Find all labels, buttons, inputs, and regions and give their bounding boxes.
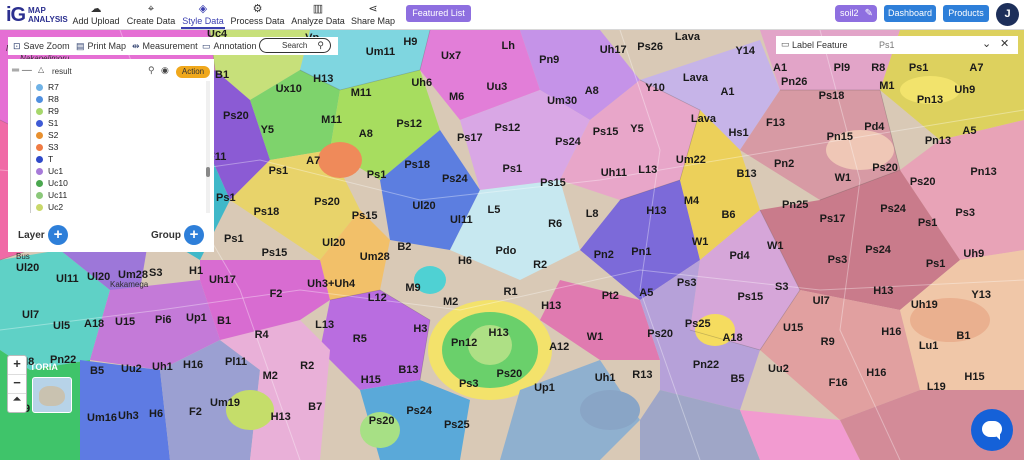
map-toolbar: ⊡ Save Zoom ▤ Print Map ⇹ Measurement ▭ Anno… <box>8 37 338 55</box>
legend-item[interactable]: Uc2 <box>36 201 196 213</box>
legend-swatch <box>36 84 43 91</box>
legend-item[interactable]: S1 <box>36 117 196 129</box>
legend-swatch <box>36 144 43 151</box>
legend-item[interactable]: R9 <box>36 105 196 117</box>
annotation-tool[interactable]: ▭ Annotation <box>202 40 257 52</box>
chevron-down-icon[interactable]: ⌄ <box>982 37 991 50</box>
legend-item[interactable]: T <box>36 153 196 165</box>
legend-item[interactable]: R7 <box>36 81 196 93</box>
share-icon: ⋖ <box>368 3 378 15</box>
legend-label: Uc11 <box>48 190 68 200</box>
legend-swatch <box>36 168 43 175</box>
legend-label: Uc2 <box>48 202 64 212</box>
layer-name: result <box>52 67 72 76</box>
top-navigation-bar: iG MAP ANALYSIS ☁ Add Upload ⌖ Create Dat… <box>0 0 1024 30</box>
legend-item[interactable]: S2 <box>36 129 196 141</box>
chat-support-button[interactable] <box>971 409 1013 451</box>
measurement-tool[interactable]: ⇹ Measurement <box>132 40 198 52</box>
zoom-in-button[interactable]: + <box>8 356 26 375</box>
legend-swatch <box>36 180 43 187</box>
legend-swatch <box>36 132 43 139</box>
legend-label: Uc10 <box>48 178 68 188</box>
nav-share-map[interactable]: ⋖ Share Map <box>350 3 396 29</box>
layer-panel: ═ — △ result ⚲ ◉ Action R7 R8 R9 S1 S2 S3 T Uc1… <box>8 59 214 252</box>
map-search-input[interactable]: Search ⚲ <box>259 38 331 53</box>
legend-scrollbar[interactable] <box>206 81 210 213</box>
pin-icon: ⌖ <box>147 3 155 15</box>
layer-type-icon: △ <box>38 65 45 74</box>
featured-list-button[interactable]: Featured List <box>406 5 471 22</box>
minimap-landmass <box>39 386 65 406</box>
nav-create-data[interactable]: ⌖ Create Data <box>126 3 176 29</box>
legend-swatch <box>36 108 43 115</box>
label-tag-icon: ▭ <box>781 39 790 49</box>
legend-label: R7 <box>48 82 59 92</box>
nav-analyze-data[interactable]: ▥ Analyze Data <box>290 3 346 29</box>
ruler-icon: ⇹ <box>132 41 140 51</box>
close-icon[interactable]: ✕ <box>1000 37 1009 50</box>
legend-label: R9 <box>48 106 59 116</box>
add-group-button[interactable]: + <box>184 225 204 245</box>
legend-item[interactable]: S3 <box>36 141 196 153</box>
products-button[interactable]: Products <box>943 5 989 22</box>
legend-swatch <box>36 204 43 211</box>
legend-label: R8 <box>48 94 59 104</box>
legend-item[interactable]: Uc1 <box>36 165 196 177</box>
save-zoom-icon: ⊡ <box>13 41 21 51</box>
search-icon: ⚲ <box>317 40 324 50</box>
dashboard-button[interactable]: Dashboard <box>884 5 936 22</box>
legend-divider <box>30 81 31 213</box>
legend-label: Uc1 <box>48 166 64 176</box>
visibility-eye-icon[interactable]: ◉ <box>161 65 169 76</box>
edit-pencil-icon: ✎ <box>864 8 873 19</box>
app-logo[interactable]: iG MAP ANALYSIS <box>6 3 68 27</box>
group-label: Group <box>151 230 181 241</box>
label-feature-bar: ▭ Label Feature Ps1 ⌄ ✕ <box>776 36 1018 54</box>
add-layer-button[interactable]: + <box>48 225 68 245</box>
legend-label: S1 <box>48 118 59 128</box>
label-feature-title: Label Feature <box>792 40 848 50</box>
paint-bucket-icon: ◈ <box>198 3 208 15</box>
process-icon: ⚙ <box>252 3 263 15</box>
legend-scrollbar-thumb[interactable] <box>206 167 210 177</box>
nav-add-upload[interactable]: ☁ Add Upload <box>72 3 120 29</box>
layer-action-button[interactable]: Action <box>176 66 210 78</box>
legend-swatch <box>36 96 43 103</box>
north-arrow-icon[interactable]: ⏶ <box>8 394 26 413</box>
chat-bubble-icon <box>982 421 1002 440</box>
layer-panel-footer: Layer + Group + <box>8 225 214 249</box>
legend-label: S3 <box>48 142 59 152</box>
chart-icon: ▥ <box>312 3 324 15</box>
zoom-out-button[interactable]: − <box>8 375 26 394</box>
layer-label: Layer <box>18 230 45 241</box>
print-map-tool[interactable]: ▤ Print Map <box>76 40 126 52</box>
label-feature-value[interactable]: Ps1 <box>879 40 895 50</box>
annotation-icon: ▭ <box>202 41 211 51</box>
legend-swatch <box>36 156 43 163</box>
user-avatar[interactable]: J <box>996 3 1019 26</box>
save-zoom-tool[interactable]: ⊡ Save Zoom <box>13 40 70 52</box>
logo-mark: iG <box>6 4 26 26</box>
minimap[interactable] <box>32 377 72 413</box>
printer-icon: ▤ <box>76 41 85 51</box>
nav-process-data[interactable]: ⚙ Process Data <box>230 3 285 29</box>
legend-label: S2 <box>48 130 59 140</box>
legend-swatch <box>36 120 43 127</box>
zoom-to-layer-icon[interactable]: ⚲ <box>148 65 155 76</box>
drag-handle-icon[interactable]: ═ — <box>12 65 32 76</box>
zoom-controls: + − ⏶ <box>7 355 27 413</box>
nav-style-data[interactable]: ◈ Style Data <box>181 3 225 29</box>
legend-item[interactable]: Uc10 <box>36 177 196 189</box>
project-tag[interactable]: soil2 ✎ <box>835 5 877 22</box>
legend-swatch <box>36 192 43 199</box>
legend-list: R7 R8 R9 S1 S2 S3 T Uc1 Uc10 Uc11 Uc2 <box>36 81 196 215</box>
logo-text: MAP ANALYSIS <box>28 6 68 24</box>
cloud-upload-icon: ☁ <box>90 3 102 15</box>
legend-item[interactable]: R8 <box>36 93 196 105</box>
legend-label: T <box>48 154 54 164</box>
legend-item[interactable]: Uc11 <box>36 189 196 201</box>
